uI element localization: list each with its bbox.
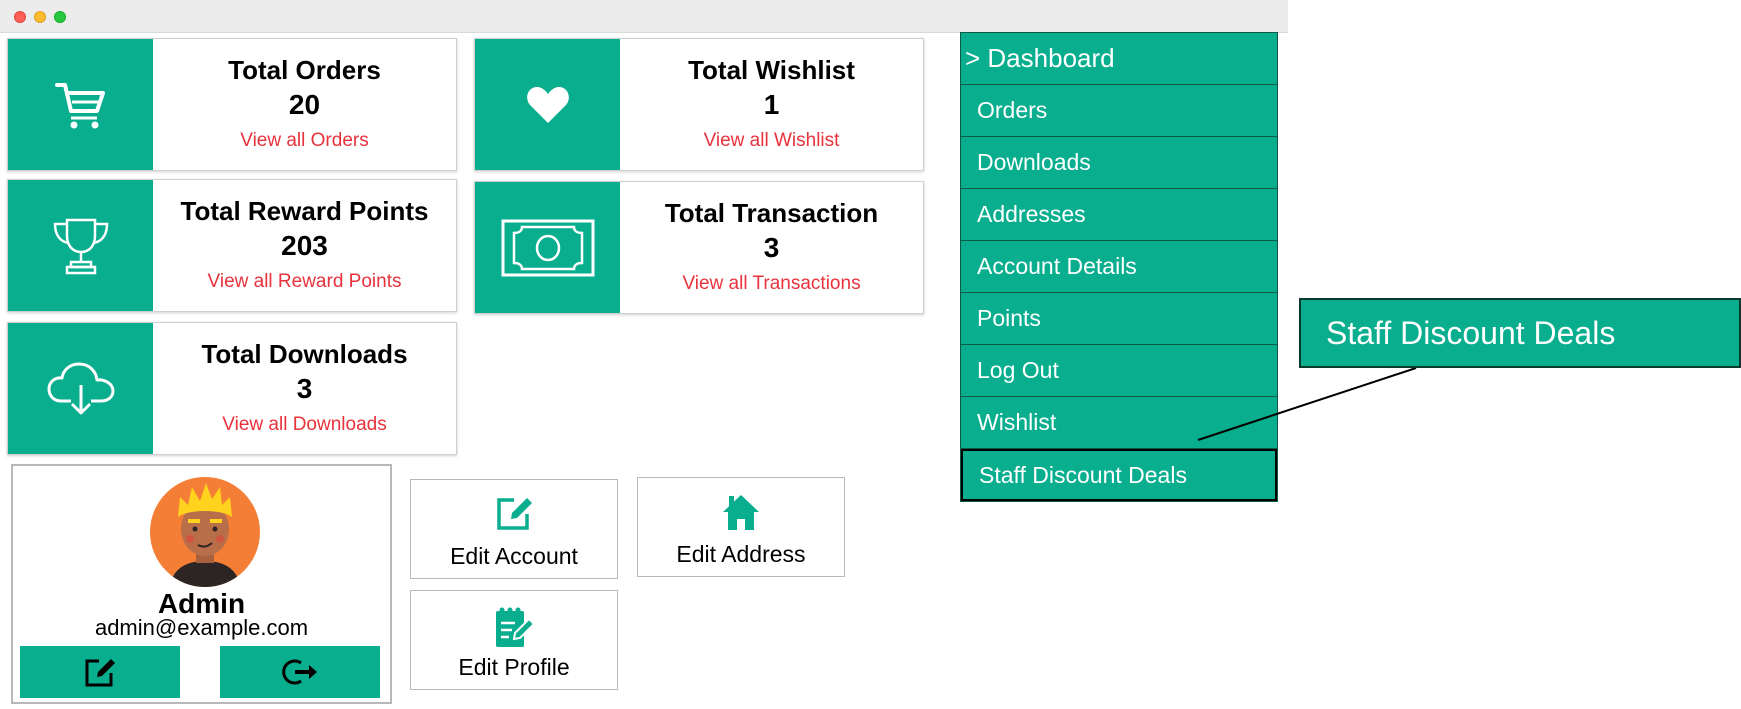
trophy-icon [53, 218, 108, 274]
edit-account-icon-wrap [411, 494, 617, 532]
edit-icon [85, 659, 115, 687]
orders-card-value: 20 [288, 89, 321, 120]
menu-item-addresses[interactable]: Addresses [961, 189, 1277, 241]
profile-card: Admin admin@example.com [11, 464, 392, 704]
edit-address-label: Edit Address [676, 541, 806, 567]
window-titlebar [0, 0, 1288, 33]
menu-item-downloads[interactable]: Downloads [961, 137, 1277, 189]
view-all-orders-link[interactable]: View all Orders [240, 127, 368, 155]
downloads-card-body: Total Downloads 3 View all Downloads [153, 323, 456, 454]
orders-card-title: Total Orders [228, 55, 381, 85]
view-all-reward-points-link[interactable]: View all Reward Points [208, 268, 402, 296]
menu-item-account-details[interactable]: Account Details [961, 241, 1277, 293]
reward-points-card-value: 203 [281, 230, 328, 261]
reward-points-card-title: Total Reward Points [180, 196, 429, 226]
banknote-icon [501, 219, 594, 276]
maximize-window-button[interactable] [54, 11, 66, 23]
profile-logout-button[interactable] [220, 646, 380, 698]
transaction-card: Total Transaction 3 View all Transaction… [474, 181, 924, 314]
staff-discount-deals-callout: Staff Discount Deals [1299, 298, 1741, 368]
edit-profile-icon-wrap [411, 605, 617, 649]
wishlist-card-icon-panel [475, 39, 620, 170]
app-window: Total Orders 20 View all Orders Total Wi… [0, 0, 1288, 709]
cloud-download-icon [47, 362, 114, 414]
close-window-button[interactable] [14, 11, 26, 23]
transaction-card-value: 3 [763, 232, 780, 263]
profile-email: admin@example.com [94, 615, 309, 640]
orders-card: Total Orders 20 View all Orders [7, 38, 457, 171]
home-icon [723, 495, 759, 530]
reward-points-card: Total Reward Points 203 View all Reward … [7, 179, 457, 312]
downloads-card-value: 3 [296, 373, 313, 404]
notepad-edit-icon [496, 607, 536, 647]
edit-account-label: Edit Account [450, 543, 578, 569]
wishlist-card-value: 1 [763, 89, 780, 120]
menu-item-dashboard[interactable]: > Dashboard [961, 33, 1277, 85]
wishlist-card-title: Total Wishlist [688, 55, 855, 85]
account-menu: > Dashboard Orders Downloads Addresses A… [960, 32, 1278, 502]
edit-profile-button[interactable]: Edit Profile [410, 590, 618, 690]
reward-points-card-icon-panel [8, 180, 153, 311]
edit-profile-label: Edit Profile [458, 654, 570, 680]
menu-item-staff-discount-deals[interactable]: Staff Discount Deals [961, 449, 1277, 501]
downloads-card-title: Total Downloads [201, 339, 408, 369]
transaction-card-body: Total Transaction 3 View all Transaction… [620, 182, 923, 313]
wishlist-card-body: Total Wishlist 1 View all Wishlist [620, 39, 923, 170]
transaction-card-title: Total Transaction [664, 198, 879, 228]
edit-icon [497, 498, 532, 530]
transaction-card-icon-panel [475, 182, 620, 313]
avatar [150, 477, 260, 587]
wishlist-card: Total Wishlist 1 View all Wishlist [474, 38, 924, 171]
downloads-card: Total Downloads 3 View all Downloads [7, 322, 457, 455]
orders-card-icon-panel [8, 39, 153, 170]
logout-icon [282, 659, 317, 685]
heart-icon [526, 86, 569, 123]
profile-edit-button[interactable] [20, 646, 180, 698]
menu-item-log-out[interactable]: Log Out [961, 345, 1277, 397]
menu-item-wishlist[interactable]: Wishlist [961, 397, 1277, 449]
edit-account-button[interactable]: Edit Account [410, 479, 618, 579]
edit-address-button[interactable]: Edit Address [637, 477, 845, 577]
edit-address-icon-wrap [638, 492, 844, 532]
reward-points-card-body: Total Reward Points 203 View all Reward … [153, 180, 456, 311]
orders-card-body: Total Orders 20 View all Orders [153, 39, 456, 170]
menu-item-orders[interactable]: Orders [961, 85, 1277, 137]
view-all-wishlist-link[interactable]: View all Wishlist [704, 127, 840, 155]
menu-item-points[interactable]: Points [961, 293, 1277, 345]
downloads-card-icon-panel [8, 323, 153, 454]
view-all-transactions-link[interactable]: View all Transactions [682, 270, 860, 298]
minimize-window-button[interactable] [34, 11, 46, 23]
view-all-downloads-link[interactable]: View all Downloads [222, 411, 386, 439]
cart-icon [54, 82, 105, 128]
